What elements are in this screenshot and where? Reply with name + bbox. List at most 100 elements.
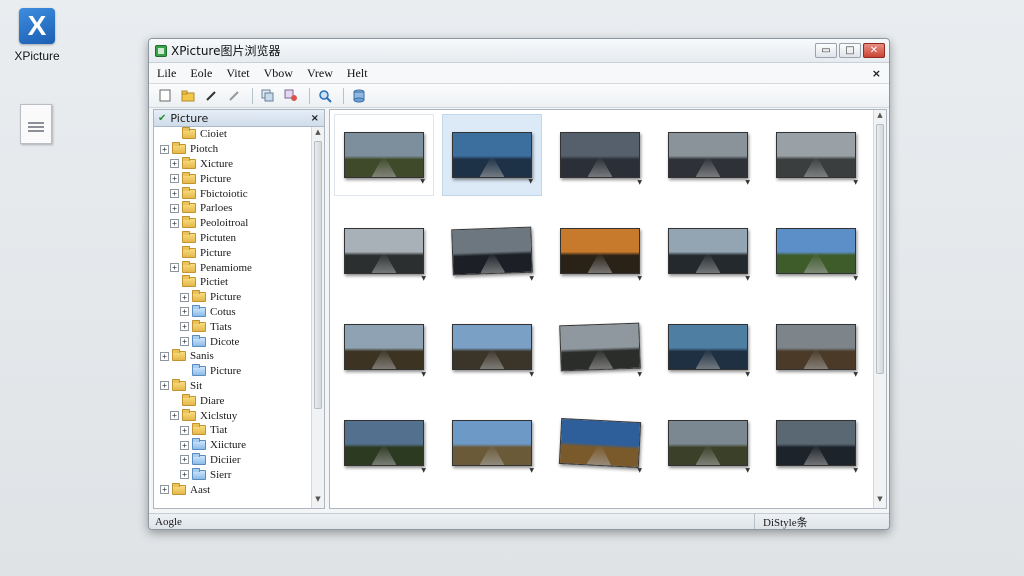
tree-item[interactable]: Pictuten xyxy=(154,230,312,246)
tree-item[interactable]: + Parloes xyxy=(154,201,312,216)
menu-item[interactable]: Lile xyxy=(157,66,176,81)
menu-item[interactable]: Eole xyxy=(190,66,212,81)
tree-item[interactable]: Picture xyxy=(154,245,312,260)
thumbnail-caret-icon[interactable]: ▼ xyxy=(528,178,533,185)
thumbnail-caret-icon[interactable]: ▼ xyxy=(421,371,426,378)
menu-item[interactable]: Vbow xyxy=(264,66,293,81)
thumbnail-caret-icon[interactable]: ▼ xyxy=(853,467,858,474)
expand-icon[interactable]: + xyxy=(170,203,179,213)
thumbnail-caret-icon[interactable]: ▼ xyxy=(745,371,750,378)
expand-icon[interactable]: + xyxy=(170,218,179,228)
tree-item[interactable]: + Fbictoiotic xyxy=(154,186,312,201)
thumbnail-caret-icon[interactable]: ▼ xyxy=(853,275,858,282)
thumbnail-item[interactable]: ▼ xyxy=(658,402,758,484)
tree-item[interactable]: + Tiats xyxy=(154,319,312,334)
expand-icon[interactable]: + xyxy=(180,337,189,347)
expand-icon[interactable]: + xyxy=(160,144,169,154)
expand-icon[interactable]: + xyxy=(170,411,179,421)
minimize-button[interactable]: ▭ xyxy=(815,43,837,58)
brush-icon[interactable] xyxy=(224,87,244,105)
tree-item[interactable]: + Picture xyxy=(154,171,312,186)
settings-icon[interactable] xyxy=(281,87,301,105)
new-icon[interactable] xyxy=(155,87,175,105)
expand-icon[interactable]: + xyxy=(180,322,189,332)
copy-icon[interactable] xyxy=(258,87,278,105)
thumbnail-item[interactable]: ▼ xyxy=(334,402,434,484)
thumbnail-item[interactable]: ▼ xyxy=(766,402,866,484)
tree-item[interactable]: + Xiclstuy xyxy=(154,408,312,423)
thumbnail-caret-icon[interactable]: ▼ xyxy=(637,371,642,378)
maximize-button[interactable]: □ xyxy=(839,43,861,58)
menu-item[interactable]: Helt xyxy=(347,66,368,81)
thumbnail-item[interactable]: ▼ xyxy=(766,114,866,196)
expand-icon[interactable]: + xyxy=(180,440,189,450)
menu-close-icon[interactable]: × xyxy=(872,67,881,80)
thumbnail-item[interactable]: ▼ xyxy=(766,210,866,292)
thumbnail-scrollbar[interactable]: ▲ ▼ xyxy=(873,110,886,508)
tree-item[interactable]: Picture xyxy=(154,364,312,379)
thumbnail-caret-icon[interactable]: ▼ xyxy=(637,179,642,186)
menu-item[interactable]: Vitet xyxy=(226,66,249,81)
thumbnail-item[interactable]: ▼ xyxy=(658,306,758,388)
thumbnail-item[interactable]: ▼ xyxy=(550,402,650,484)
thumbnail-caret-icon[interactable]: ▼ xyxy=(745,275,750,282)
tree-item[interactable]: Pictiet xyxy=(154,275,312,290)
desktop-document-icon[interactable] xyxy=(18,104,54,144)
expand-icon[interactable]: + xyxy=(160,351,169,361)
thumbnail-caret-icon[interactable]: ▼ xyxy=(529,275,534,282)
tree-item[interactable]: + Sit xyxy=(154,378,312,394)
thumbnail-item[interactable]: ▼ xyxy=(442,210,542,292)
zoom-icon[interactable] xyxy=(315,87,335,105)
tree-item[interactable]: + Penamiome xyxy=(154,260,312,275)
thumbnail-caret-icon[interactable]: ▼ xyxy=(529,467,534,474)
tree-item[interactable]: + Picture xyxy=(154,290,312,305)
scroll-down-icon[interactable]: ▼ xyxy=(874,495,886,507)
expand-icon[interactable]: + xyxy=(170,174,179,184)
tree-item[interactable]: + Sanis xyxy=(154,349,312,364)
expand-icon[interactable]: + xyxy=(180,470,189,480)
thumbnail-caret-icon[interactable]: ▼ xyxy=(853,179,858,186)
open-folder-icon[interactable] xyxy=(178,87,198,105)
thumbnail-caret-icon[interactable]: ▼ xyxy=(421,467,426,474)
tree-item[interactable]: Diare xyxy=(154,393,312,408)
expand-icon[interactable]: + xyxy=(160,381,169,391)
expand-icon[interactable]: + xyxy=(170,159,179,169)
thumbnail-caret-icon[interactable]: ▼ xyxy=(745,179,750,186)
expand-icon[interactable]: + xyxy=(180,455,189,465)
thumbnail-item[interactable]: ▼ xyxy=(658,114,758,196)
tree-item[interactable]: + Peoloitroal xyxy=(154,216,312,231)
expand-icon[interactable]: + xyxy=(170,189,179,199)
thumbnail-caret-icon[interactable]: ▼ xyxy=(745,467,750,474)
scroll-up-icon[interactable]: ▲ xyxy=(874,111,886,123)
desktop-xpicture-icon[interactable]: X XPicture xyxy=(6,8,68,63)
tree-close-icon[interactable]: × xyxy=(311,113,319,124)
expand-icon[interactable]: + xyxy=(180,307,189,317)
tree-item[interactable]: + Dicote xyxy=(154,334,312,349)
thumbnail-item[interactable]: ▼ xyxy=(550,306,650,388)
menu-item[interactable]: Vrew xyxy=(307,66,333,81)
expand-icon[interactable]: + xyxy=(170,263,179,273)
thumbnail-caret-icon[interactable]: ▼ xyxy=(637,467,642,474)
tree-item[interactable]: + Xiicture xyxy=(154,438,312,453)
scroll-up-icon[interactable]: ▲ xyxy=(312,128,324,140)
title-bar[interactable]: XPicture图片浏览器 ▭ □ ✕ xyxy=(149,39,889,63)
thumbnail-item[interactable]: ▼ xyxy=(766,306,866,388)
thumbnail-item[interactable]: ▼ xyxy=(442,402,542,484)
tree-item[interactable]: + Tiat xyxy=(154,423,312,438)
thumbnail-caret-icon[interactable]: ▼ xyxy=(421,275,426,282)
thumbnail-item[interactable]: ▼ xyxy=(550,210,650,292)
thumbnail-caret-icon[interactable]: ▼ xyxy=(637,275,642,282)
tree-scroll-thumb[interactable] xyxy=(314,141,322,409)
scroll-down-icon[interactable]: ▼ xyxy=(312,495,324,507)
thumbnail-item[interactable]: ▼ xyxy=(334,306,434,388)
tree-item[interactable]: + Cotus xyxy=(154,304,312,320)
thumbnail-item[interactable]: ▼ xyxy=(442,114,542,196)
tree-item[interactable]: Cioiet xyxy=(154,127,312,142)
tree-item[interactable]: + Aast xyxy=(154,482,312,497)
tree-scrollbar[interactable]: ▲ ▼ xyxy=(311,127,324,508)
thumbnail-caret-icon[interactable]: ▼ xyxy=(529,371,534,378)
tree-item[interactable]: + Sierr xyxy=(154,467,312,482)
expand-icon[interactable]: + xyxy=(180,292,189,302)
thumbnail-caret-icon[interactable]: ▼ xyxy=(853,371,858,378)
tree-item[interactable]: + Diciier xyxy=(154,452,312,468)
